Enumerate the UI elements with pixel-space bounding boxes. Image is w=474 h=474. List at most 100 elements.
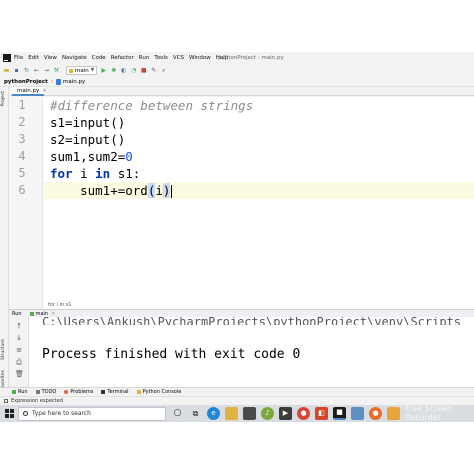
windows-start-button[interactable]	[0, 405, 18, 422]
taskbar-search-box[interactable]: Type here to search	[18, 406, 166, 421]
structure-tool-tab[interactable]: Structure	[1, 339, 6, 360]
menu-refactor[interactable]: Refactor	[111, 55, 134, 61]
breadcrumb-file[interactable]: main.py	[63, 79, 85, 85]
coverage-icon[interactable]: ◐	[120, 67, 127, 74]
menu-bar: File Edit View Navigate Code Refactor Ru…	[0, 52, 474, 64]
back-arrow-icon[interactable]: ←	[33, 67, 40, 74]
close-tab-icon[interactable]: ×	[42, 88, 46, 94]
code-editor[interactable]: 1 2 3 4 5 6 #difference between strings s1=inp…	[10, 97, 474, 345]
run-console[interactable]: ↑ ↓ ≡ ⎙ 🗑 C:\Users\Ankush\PycharmProject…	[9, 317, 474, 387]
code-token: )	[162, 183, 171, 198]
video-app-icon[interactable]: ▶	[279, 407, 292, 420]
tab-main-py[interactable]: main.py ×	[12, 87, 46, 96]
menu-vcs[interactable]: VCS	[173, 55, 184, 61]
status-message: Expression expected	[11, 398, 63, 404]
problems-icon	[64, 390, 69, 394]
store-icon[interactable]	[243, 407, 256, 420]
task-view-icon[interactable]: ⧉	[189, 407, 202, 420]
photos-app-icon[interactable]	[387, 407, 400, 420]
soft-wrap-icon[interactable]: ≡	[15, 347, 23, 354]
menu-file[interactable]: File	[14, 55, 23, 61]
build-hammer-icon[interactable]: ⚒	[53, 67, 60, 74]
up-arrow-icon[interactable]: ↑	[15, 323, 23, 330]
console-output-exit: Process finished with exit code 0	[42, 347, 301, 362]
code-line[interactable]: sum1+=ord(i)	[50, 182, 173, 199]
code-token: i	[72, 166, 96, 181]
settings-wrench-icon[interactable]: ✎	[150, 67, 157, 74]
tab-label: main.py	[17, 87, 40, 94]
bottom-tab-python-console-label: Python Console	[142, 389, 182, 395]
line-number: 3	[18, 132, 26, 146]
run-config-name[interactable]: main	[36, 311, 49, 317]
code-line[interactable]: for i in s1:	[50, 165, 140, 182]
code-line[interactable]: sum1,sum2=0	[50, 148, 133, 165]
project-tool-tab[interactable]: Project	[1, 91, 6, 106]
profile-icon[interactable]: ◔	[130, 67, 137, 74]
stop-icon[interactable]: ■	[140, 67, 147, 74]
tool-window-toggle-icon[interactable]	[4, 399, 8, 403]
python-console-icon	[136, 390, 141, 394]
line-number: 6	[18, 183, 26, 197]
menu-run[interactable]: Run	[139, 55, 150, 61]
media-app-icon[interactable]: ♪	[261, 407, 274, 420]
code-token: in	[95, 166, 111, 181]
run-panel-header: Run main ×	[9, 309, 474, 317]
edge-browser-icon[interactable]: e	[207, 407, 220, 420]
menu-view[interactable]: View	[44, 55, 57, 61]
menu-navigate[interactable]: Navigate	[62, 55, 87, 61]
print-icon[interactable]: ⎙	[15, 359, 23, 366]
run-play-icon[interactable]: ▶	[100, 67, 107, 74]
forward-arrow-icon[interactable]: →	[43, 67, 50, 74]
pycharm-logo-icon	[3, 54, 11, 62]
window-title: pythonProject - main.py	[218, 55, 284, 61]
bottom-tab-todo-label: TODO	[41, 389, 57, 395]
line-number-gutter: 1 2 3 4 5 6	[10, 97, 43, 345]
sync-icon[interactable]: ↻	[23, 67, 30, 74]
run-config-dropdown[interactable]: main ▼	[66, 66, 98, 75]
notepad-app-icon[interactable]	[351, 407, 364, 420]
navigation-bar: pythonProject › main.py	[0, 77, 474, 87]
run-config-label: main	[75, 67, 89, 74]
breadcrumb-project[interactable]: pythonProject	[4, 79, 48, 85]
chrome-browser-icon[interactable]: ●	[297, 407, 310, 420]
code-line[interactable]: #difference between strings	[50, 97, 253, 114]
editor-context-breadcrumb[interactable]: for i in s1	[48, 302, 71, 308]
run-toolbar: ↑ ↓ ≡ ⎙ 🗑	[9, 317, 29, 387]
windows-taskbar: Type here to search ○ ⧉ e ♪ ▶ ● ◧ ■ ●	[0, 405, 474, 422]
bottom-tab-python-console[interactable]: Python Console	[136, 389, 182, 395]
menu-tools[interactable]: Tools	[154, 55, 168, 61]
left-tool-strip: Project Structure Favorites	[0, 87, 9, 407]
save-all-icon[interactable]: ▪	[13, 67, 20, 74]
code-token: sum1,sum2=	[50, 149, 126, 164]
bottom-tab-terminal-label: Terminal	[107, 389, 129, 395]
chevron-down-icon: ▼	[90, 68, 95, 73]
bottom-tab-todo[interactable]: TODO	[35, 389, 57, 395]
down-arrow-icon[interactable]: ↓	[15, 335, 23, 342]
search-everywhere-icon[interactable]: ⌕	[160, 67, 167, 74]
bottom-tab-run[interactable]: Run	[12, 389, 28, 395]
run-tab-label[interactable]: Run	[12, 311, 22, 317]
text-caret	[171, 185, 173, 198]
debug-bug-icon[interactable]: ✱	[110, 67, 117, 74]
code-token: s1:	[110, 166, 141, 181]
recorder-app-icon[interactable]: ●	[369, 407, 382, 420]
menu-edit[interactable]: Edit	[28, 55, 39, 61]
close-run-tab-icon[interactable]: ×	[51, 311, 55, 317]
cortana-circle-icon[interactable]: ○	[171, 407, 184, 420]
open-folder-icon[interactable]: ▬	[3, 67, 10, 74]
code-line[interactable]: s1=input()	[50, 114, 125, 131]
office-app-icon[interactable]: ◧	[315, 407, 328, 420]
code-token: s2=input()	[50, 132, 126, 147]
menu-code[interactable]: Code	[92, 55, 106, 61]
menu-window[interactable]: Window	[189, 55, 211, 61]
taskbar-search-placeholder: Type here to search	[32, 410, 91, 417]
file-explorer-icon[interactable]	[225, 407, 238, 420]
line-number: 5	[18, 166, 26, 180]
pycharm-taskbar-icon[interactable]: ■	[333, 407, 346, 420]
bottom-tab-problems[interactable]: Problems	[64, 389, 93, 395]
code-line[interactable]: s2=input()	[50, 131, 125, 148]
delete-icon[interactable]: 🗑	[15, 371, 24, 378]
bottom-tab-terminal[interactable]: Terminal	[101, 389, 129, 395]
line-number: 2	[18, 115, 26, 129]
code-token: s1=input()	[50, 115, 126, 130]
